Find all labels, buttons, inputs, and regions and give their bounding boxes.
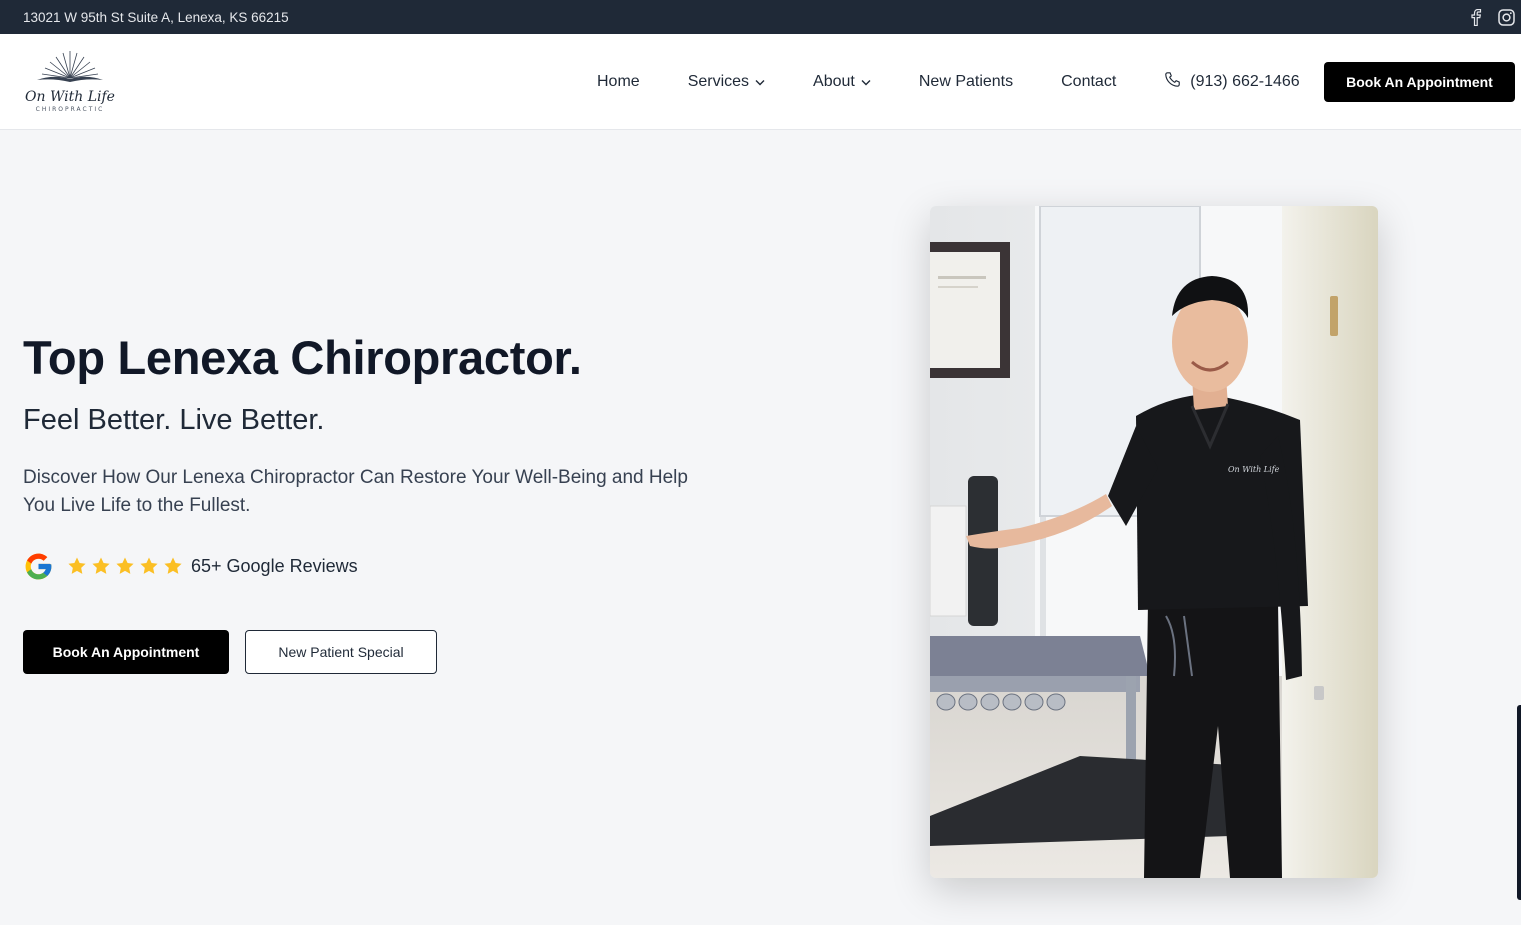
star-rating — [67, 556, 183, 576]
nav-services[interactable]: Services — [688, 73, 765, 91]
hero-title: Top Lenexa Chiropractor. — [23, 331, 582, 384]
book-appointment-button[interactable]: Book An Appointment — [23, 630, 229, 674]
logo-subtext: CHIROPRACTIC — [36, 106, 105, 113]
star-icon — [68, 557, 86, 574]
star-icon — [116, 557, 134, 574]
chiropractor-photo: On With Life — [930, 206, 1378, 878]
chevron-down-icon — [861, 73, 871, 91]
instagram-icon[interactable] — [1497, 8, 1515, 26]
star-icon — [92, 557, 110, 574]
reviews-label: 65+ Google Reviews — [191, 555, 358, 576]
nav-home[interactable]: Home — [597, 73, 640, 91]
nav-home-label: Home — [597, 73, 640, 90]
top-bar: 13021 W 95th St Suite A, Lenexa, KS 6621… — [0, 0, 1521, 34]
nav-contact-label: Contact — [1061, 73, 1117, 90]
svg-text:On With Life: On With Life — [1228, 465, 1280, 474]
side-widget-tab[interactable] — [1517, 705, 1521, 900]
logo[interactable]: On With Life CHIROPRACTIC — [23, 48, 117, 116]
chevron-down-icon — [755, 73, 765, 91]
logo-script: On With Life — [25, 89, 115, 105]
star-icon — [140, 557, 158, 574]
phone-icon — [1164, 71, 1181, 93]
nav-new-patients-label: New Patients — [918, 73, 1014, 90]
address-text: 13021 W 95th St Suite A, Lenexa, KS 6621… — [23, 9, 289, 25]
nav-about-label: About — [813, 73, 855, 90]
nav-about[interactable]: About — [813, 73, 871, 91]
google-logo-icon — [23, 551, 54, 582]
facebook-icon[interactable] — [1467, 8, 1485, 26]
book-appointment-nav-button[interactable]: Book An Appointment — [1324, 62, 1515, 102]
nav-services-label: Services — [687, 73, 750, 90]
nav-contact[interactable]: Contact — [1061, 73, 1116, 91]
nav-new-patients[interactable]: New Patients — [919, 73, 1013, 91]
hero-description: Discover How Our Lenexa Chiropractor Can… — [23, 467, 688, 516]
primary-nav: Home Services About New Patients Contact… — [597, 34, 1324, 130]
hero-subtitle: Feel Better. Live Better. — [23, 404, 325, 436]
phone-number: (913) 662-1466 — [1190, 73, 1300, 90]
nav-phone-link[interactable]: (913) 662-1466 — [1164, 71, 1300, 93]
star-icon — [164, 557, 182, 574]
new-patient-special-button[interactable]: New Patient Special — [245, 630, 437, 674]
google-reviews[interactable]: 65+ Google Reviews — [23, 550, 358, 582]
main-navbar: On With Life CHIROPRACTIC Home Services … — [0, 34, 1521, 130]
social-links — [1467, 8, 1515, 26]
